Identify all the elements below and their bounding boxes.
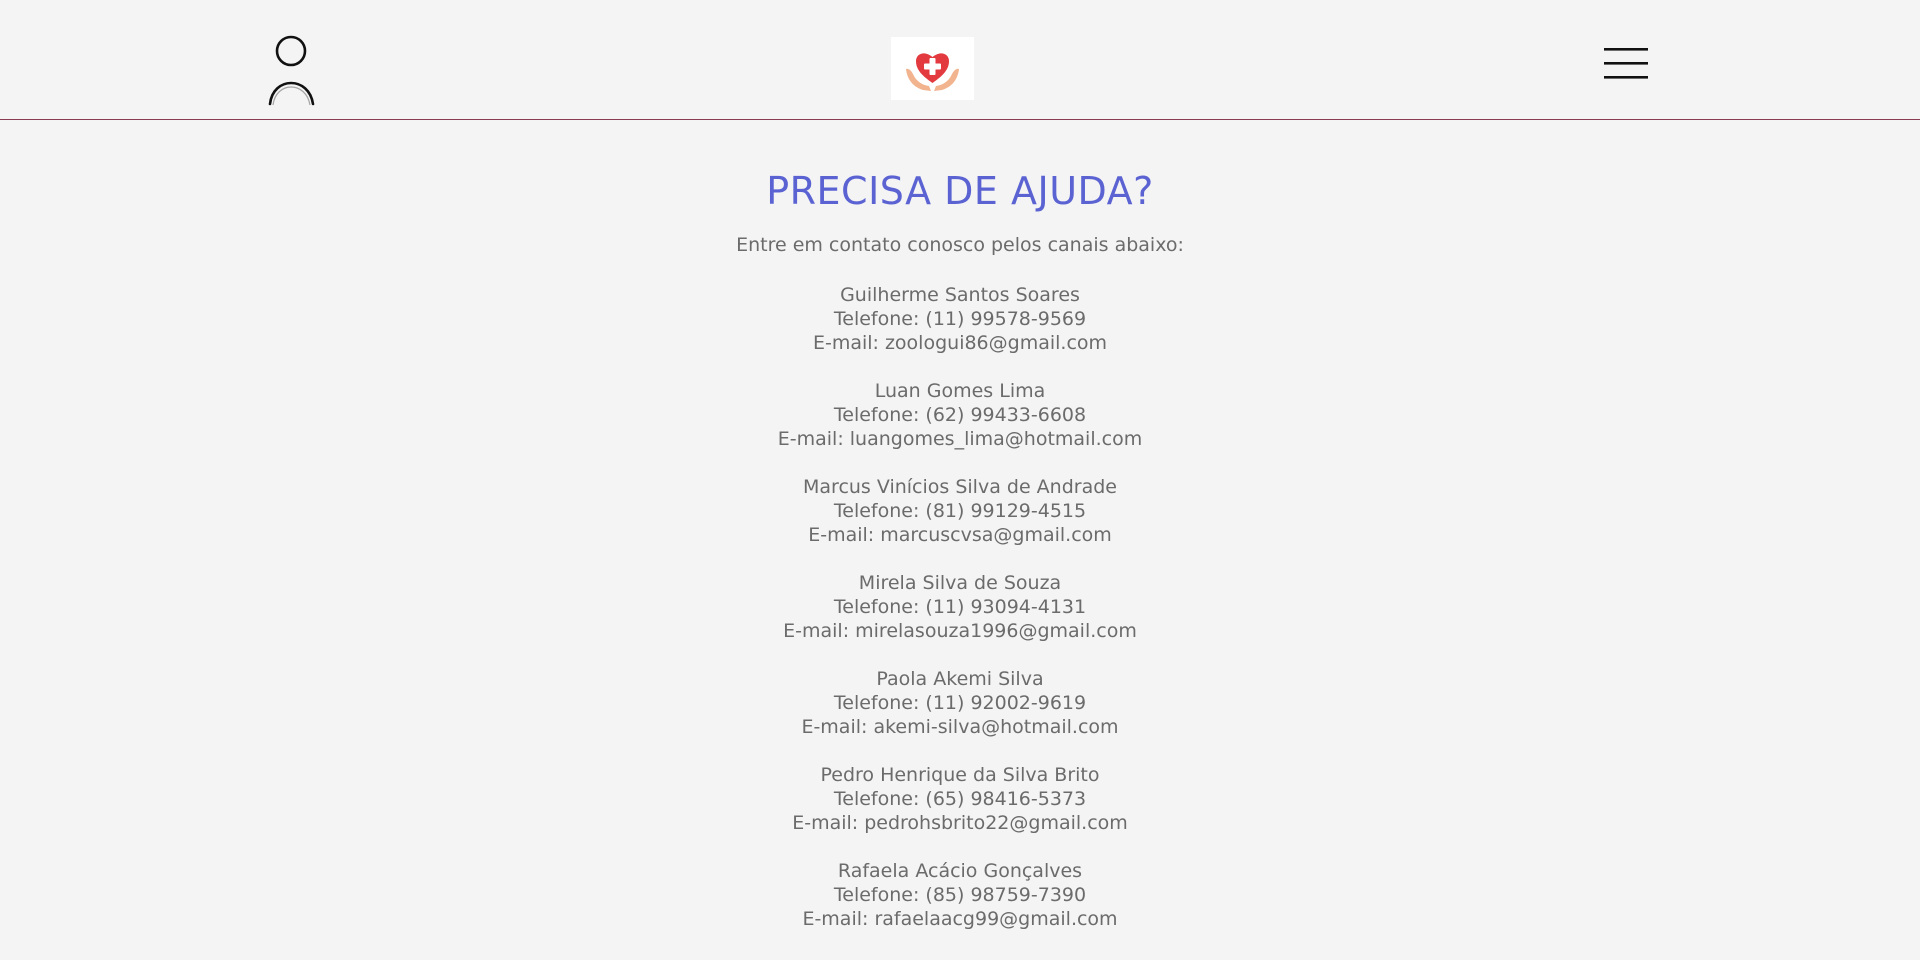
contact-list: Guilherme Santos Soares Telefone: (11) 9… [0,283,1920,931]
contact-phone: Telefone: (85) 98759-7390 [833,883,1087,906]
heart-cross-hands-logo [906,53,959,91]
contact-phone: Telefone: (65) 98416-5373 [833,787,1087,810]
contact-name: Luan Gomes Lima [874,379,1046,402]
contact-phone: Telefone: (11) 92002-9619 [833,691,1087,714]
site-logo[interactable] [891,37,974,100]
contact-email: E-mail: akemi-silva@hotmail.com [801,715,1119,738]
contact-item: Mirela Silva de Souza Telefone: (11) 930… [0,571,1920,643]
contact-item: Marcus Vinícios Silva de Andrade Telefon… [0,475,1920,547]
contact-email: E-mail: marcuscvsa@gmail.com [808,523,1112,546]
contact-name: Rafaela Acácio Gonçalves [837,859,1083,882]
contact-item: Rafaela Acácio Gonçalves Telefone: (85) … [0,859,1920,931]
contact-email: E-mail: rafaelaacg99@gmail.com [802,907,1118,930]
site-header [0,0,1920,120]
contact-name: Mirela Silva de Souza [858,571,1062,594]
contact-phone: Telefone: (81) 99129-4515 [833,499,1087,522]
contact-email: E-mail: luangomes_lima@hotmail.com [777,427,1143,450]
contact-name: Pedro Henrique da Silva Brito [820,763,1100,786]
contact-phone: Telefone: (11) 93094-4131 [833,595,1087,618]
contact-email: E-mail: pedrohsbrito22@gmail.com [792,811,1128,834]
hamburger-menu-icon [1604,48,1648,79]
menu-button[interactable] [1602,45,1650,83]
intro-text: Entre em contato conosco pelos canais ab… [736,233,1184,256]
user-button[interactable] [263,32,319,108]
page-title: PRECISA DE AJUDA? [766,169,1154,213]
user-icon [268,35,315,106]
contact-email: E-mail: zoologui86@gmail.com [812,331,1108,354]
contact-email: E-mail: mirelasouza1996@gmail.com [783,619,1137,642]
contact-phone: Telefone: (11) 99578-9569 [833,307,1087,330]
contact-name: Guilherme Santos Soares [840,283,1080,306]
contact-item: Paola Akemi Silva Telefone: (11) 92002-9… [0,667,1920,739]
help-section: PRECISA DE AJUDA? Entre em contato conos… [0,120,1920,931]
contact-name: Marcus Vinícios Silva de Andrade [803,475,1117,498]
contact-item: Guilherme Santos Soares Telefone: (11) 9… [0,283,1920,355]
contact-phone: Telefone: (62) 99433-6608 [833,403,1087,426]
contact-item: Luan Gomes Lima Telefone: (62) 99433-660… [0,379,1920,451]
contact-item: Pedro Henrique da Silva Brito Telefone: … [0,763,1920,835]
contact-name: Paola Akemi Silva [876,667,1044,690]
